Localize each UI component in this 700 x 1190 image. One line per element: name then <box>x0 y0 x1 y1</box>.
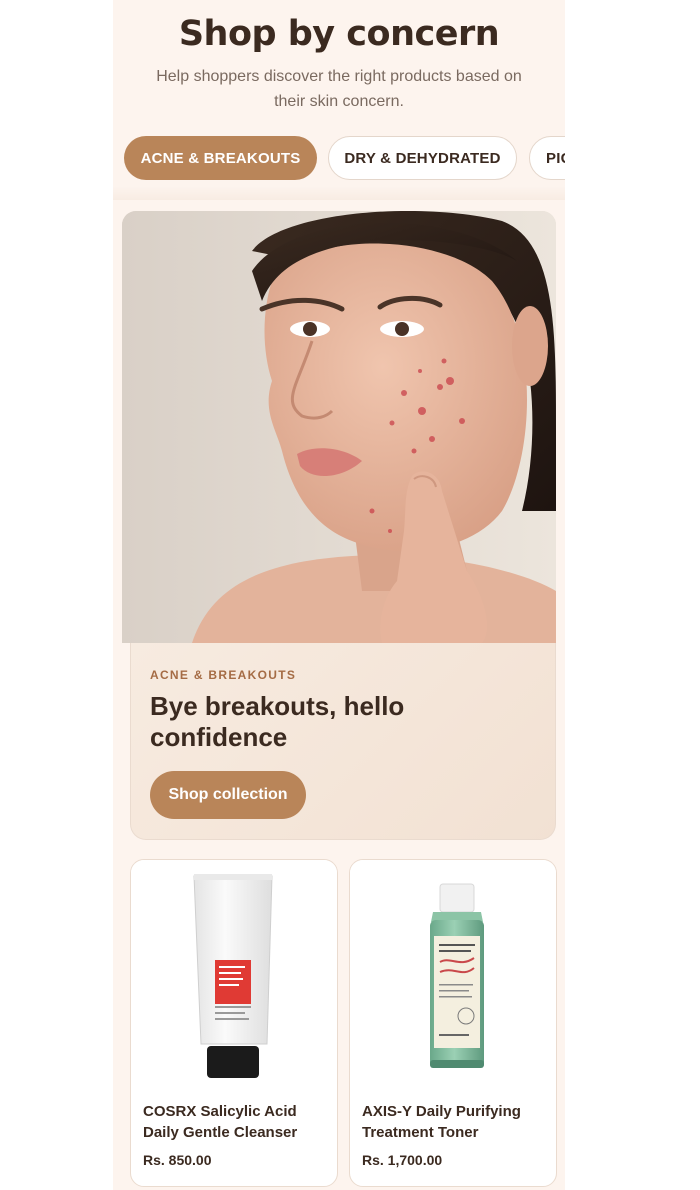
product-image[interactable] <box>350 860 556 1088</box>
product-image[interactable] <box>131 860 337 1088</box>
shop-collection-button[interactable]: Shop collection <box>150 771 306 819</box>
product-card-axis-y[interactable]: AXIS-Y Daily Purifying Treatment Toner R… <box>349 859 557 1187</box>
tab-acne-breakouts[interactable]: ACNE & BREAKOUTS <box>124 136 317 180</box>
tab-dry-dehydrated[interactable]: DRY & DEHYDRATED <box>328 136 517 180</box>
concern-headline: Bye breakouts, hello confidence <box>150 691 405 752</box>
shop-by-concern-section: Shop by concern Help shoppers discover t… <box>113 0 565 1190</box>
tabs-divider <box>113 186 565 200</box>
hero-image <box>122 211 556 643</box>
product-price: Rs. 850.00 <box>143 1152 212 1168</box>
concern-card: ACNE & BREAKOUTS Bye breakouts, hello co… <box>130 643 556 840</box>
toner-bottle-photo-icon <box>430 883 484 1068</box>
product-name[interactable]: COSRX Salicylic Acid Daily Gentle Cleans… <box>143 1101 328 1143</box>
woman-with-acne-photo-icon <box>122 211 556 643</box>
section-title: Shop by concern <box>178 14 500 54</box>
concern-eyebrow: ACNE & BREAKOUTS <box>150 668 297 682</box>
product-card-cosrx[interactable]: COSRX Salicylic Acid Daily Gentle Cleans… <box>130 859 338 1187</box>
section-subtitle: Help shoppers discover the right product… <box>156 68 522 110</box>
product-price: Rs. 1,700.00 <box>362 1152 443 1168</box>
cleanser-tube-photo-icon <box>193 874 273 1078</box>
tab-pigmentation[interactable]: PIGMENTATION <box>529 136 565 180</box>
product-name[interactable]: AXIS-Y Daily Purifying Treatment Toner <box>362 1101 547 1143</box>
